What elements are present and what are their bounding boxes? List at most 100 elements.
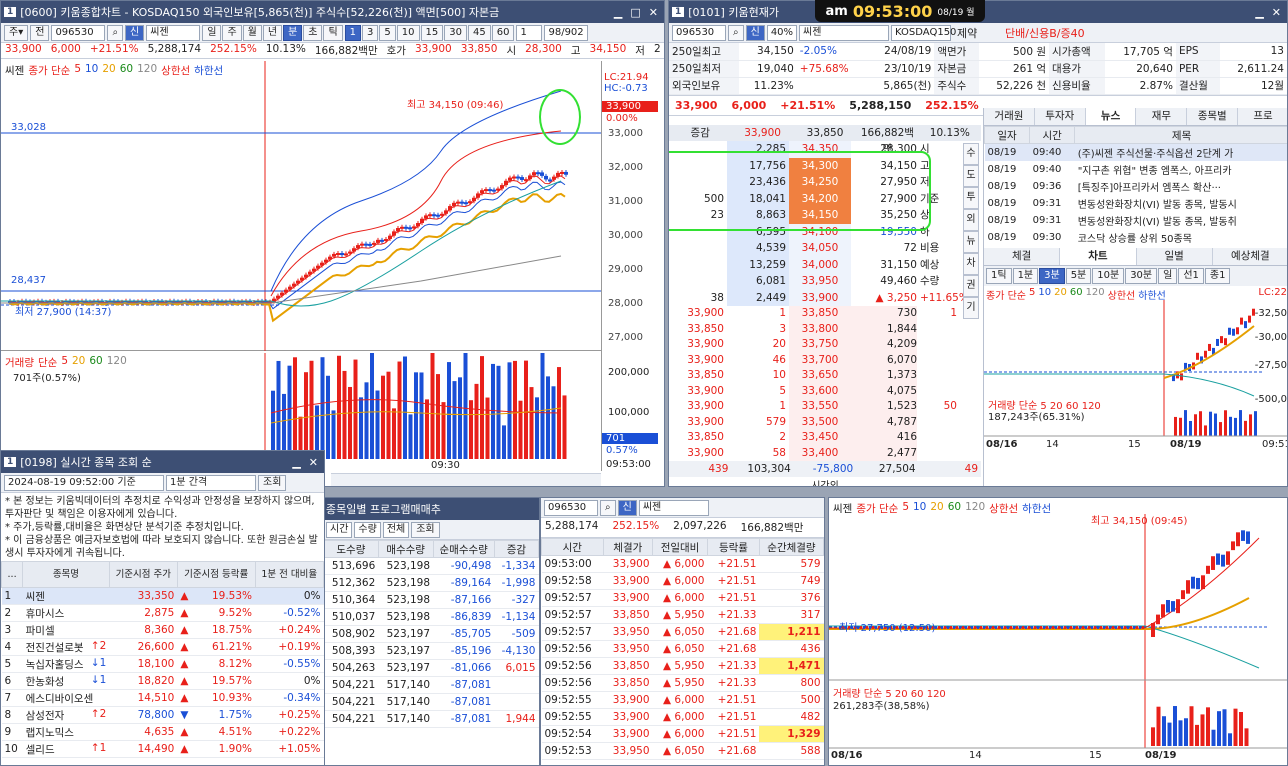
program-titlebar[interactable]: 종목일별 프로그램매매추: [323, 498, 539, 520]
time-select[interactable]: 시간: [326, 521, 353, 538]
side-tab[interactable]: 기: [963, 297, 979, 319]
bid-row[interactable]: 33,900 20 33,750 4,209: [669, 337, 981, 353]
side-tab[interactable]: 도: [963, 165, 979, 187]
bid-row[interactable]: 33,900 1 33,550 1,523 50: [669, 399, 981, 415]
ask-row[interactable]: 6,081 33,950 49,460 수량: [669, 273, 981, 290]
ranking-row[interactable]: 9 랩지노믹스 4,635 ▲ 4.51% +0.22%: [1, 723, 324, 741]
ranking-row[interactable]: 5 녹십자홀딩스 ↓1 18,100 ▲ 8.12% -0.55%: [1, 655, 324, 673]
news-row[interactable]: 08/19 09:40 "지구촌 위협" 변종 엠폭스, 아프리카: [985, 161, 1288, 178]
count-input[interactable]: 1: [516, 24, 543, 41]
side-tab[interactable]: 투: [963, 187, 979, 209]
close-icon[interactable]: ✕: [309, 456, 318, 469]
ask-row[interactable]: 38 2,449 33,900 ▲ 3,250 +11.65%: [669, 289, 981, 306]
side-tab[interactable]: 수: [963, 143, 979, 165]
timeframe-button[interactable]: 1틱: [986, 267, 1012, 284]
chart-window-titlebar[interactable]: 1 [0600] 키움종합차트 - KOSDAQ150 외국인보유[5,865(천…: [1, 1, 664, 23]
tick-row[interactable]: 09:52:56 33,950 ▲ 6,050 +21.68 436: [541, 640, 824, 658]
mini-price-chart[interactable]: [984, 286, 1288, 456]
minute-button[interactable]: 10: [396, 24, 420, 41]
query-button[interactable]: 조회: [258, 474, 287, 491]
bid-row[interactable]: 33,900 579 33,500 4,787: [669, 414, 981, 430]
bid-row[interactable]: 33,850 10 33,650 1,373: [669, 368, 981, 384]
search-icon[interactable]: ⌕: [728, 24, 744, 41]
chart-tab[interactable]: 일별: [1137, 247, 1213, 265]
period-button[interactable]: 일: [202, 24, 222, 41]
tick-row[interactable]: 09:52:55 33,900 ▲ 6,000 +21.51 500: [541, 691, 824, 709]
side-tab[interactable]: 뉴: [963, 231, 979, 253]
news-row[interactable]: 08/19 09:31 변동성완화장치(VI) 발동 종목, 발동취: [985, 212, 1288, 229]
side-tab[interactable]: 외: [963, 209, 979, 231]
bid-row[interactable]: 33,900 46 33,700 6,070: [669, 352, 981, 368]
info-tab[interactable]: 재무: [1136, 108, 1188, 125]
timeframe-button[interactable]: 30분: [1125, 267, 1158, 284]
program-row[interactable]: 508,393 523,197 -85,196 -4,130: [323, 642, 539, 660]
program-row[interactable]: 513,696 523,198 -90,498 -1,334: [323, 557, 539, 575]
program-row[interactable]: 510,364 523,198 -87,166 -327: [323, 591, 539, 609]
prev-button[interactable]: 전: [30, 24, 50, 41]
tick-row[interactable]: 09:52:53 33,950 ▲ 6,050 +21.68 588: [541, 742, 824, 760]
tick-row[interactable]: 09:52:56 33,850 ▲ 5,950 +21.33 1,471: [541, 657, 824, 675]
code-input[interactable]: 096530: [544, 499, 598, 516]
tick-row[interactable]: 09:52:57 33,900 ▲ 6,000 +21.51 376: [541, 589, 824, 607]
close-icon[interactable]: ✕: [1272, 6, 1281, 19]
code-input[interactable]: 096530: [672, 24, 726, 41]
tick-row[interactable]: 09:52:55 33,900 ▲ 6,000 +21.51 482: [541, 708, 824, 726]
search-icon[interactable]: ⌕: [107, 24, 124, 41]
bid-row[interactable]: 33,900 58 33,400 2,477: [669, 445, 981, 461]
timeframe-button[interactable]: 종1: [1204, 267, 1231, 284]
info-tab[interactable]: 투자자: [1035, 108, 1086, 125]
ask-row[interactable]: 4,539 34,050 72 비용: [669, 240, 981, 257]
timeframe-button[interactable]: 선1: [1178, 267, 1204, 284]
ranking-row[interactable]: 8 삼성전자 ↑2 78,800 ▼ 1.75% +0.25%: [1, 706, 324, 724]
chart-tab[interactable]: 예상체결: [1213, 248, 1287, 265]
program-row[interactable]: 510,037 523,198 -86,839 -1,134: [323, 608, 539, 626]
qty-select[interactable]: 수량: [354, 521, 381, 538]
close-icon[interactable]: ✕: [649, 6, 658, 19]
bid-row[interactable]: 33,850 3 33,800 1,844: [669, 321, 981, 337]
interval-select[interactable]: 1분 간격: [166, 474, 256, 491]
news-row[interactable]: 08/19 09:31 변동성완화장치(VI) 발동 종목, 발동시: [985, 195, 1288, 212]
timeframe-button[interactable]: 1분: [1012, 267, 1039, 284]
all-select[interactable]: 전체: [382, 521, 410, 538]
query-button[interactable]: 조회: [411, 521, 440, 538]
program-row[interactable]: 504,221 517,140 -87,081: [323, 676, 539, 694]
volume-chart[interactable]: [1, 353, 601, 459]
timeframe-button[interactable]: 5분: [1065, 267, 1092, 284]
bid-row[interactable]: 33,900 5 33,600 4,075: [669, 383, 981, 399]
realtime-titlebar[interactable]: 1 [0198] 실시간 종목 조회 순 ▁ ✕: [1, 451, 324, 473]
code-input[interactable]: 096530: [51, 24, 106, 41]
tick-row[interactable]: 09:52:57 33,850 ▲ 5,950 +21.33 317: [541, 606, 824, 624]
chart-scrollbar[interactable]: [331, 473, 601, 486]
news-row[interactable]: 08/19 09:36 [특징주]아프리카서 엠폭스 확산···: [985, 178, 1288, 195]
ask-row[interactable]: 13,259 34,000 31,150 예상: [669, 256, 981, 273]
bid-row[interactable]: 33,900 1 33,850 730 1: [669, 306, 981, 322]
info-tab[interactable]: 종목별: [1187, 108, 1239, 125]
timeframe-button[interactable]: 3분: [1039, 267, 1065, 284]
info-tab[interactable]: 거래원: [984, 108, 1035, 125]
side-tab[interactable]: 권: [963, 275, 979, 297]
minute-button[interactable]: 60: [491, 24, 515, 41]
search-icon[interactable]: ⌕: [600, 499, 616, 516]
minute-button[interactable]: 3: [362, 24, 379, 41]
program-row[interactable]: 504,263 523,197 -81,066 6,015: [323, 659, 539, 677]
restore-icon[interactable]: □: [630, 6, 640, 19]
ranking-row[interactable]: 3 파미셀 8,360 ▲ 18.75% +0.24%: [1, 621, 324, 639]
period-button[interactable]: 틱: [323, 24, 343, 41]
ranking-row[interactable]: 7 에스디바이오센 14,510 ▲ 10.93% -0.34%: [1, 689, 324, 707]
minimize-icon[interactable]: ▁: [292, 456, 300, 469]
ranking-row[interactable]: 1 씨젠 33,350 ▲ 19.53% 0%: [1, 587, 324, 605]
period-button[interactable]: 년: [262, 24, 283, 41]
timeframe-button[interactable]: 10분: [1092, 267, 1125, 284]
bid-row[interactable]: 33,850 2 33,450 416: [669, 430, 981, 446]
minute-button[interactable]: 5: [379, 24, 396, 41]
ranking-row[interactable]: 10 셀리드 ↑1 14,490 ▲ 1.90% +1.05%: [1, 740, 324, 758]
chart-tab[interactable]: 체결: [984, 247, 1061, 265]
side-tab[interactable]: 차: [963, 253, 979, 275]
minute-button[interactable]: 45: [468, 24, 491, 41]
market-select[interactable]: 주▾: [4, 24, 29, 41]
news-row[interactable]: 08/19 09:30 코스닥 상승률 상위 50종목: [985, 229, 1288, 246]
period-button[interactable]: 초: [303, 24, 323, 41]
program-row[interactable]: 512,362 523,198 -89,164 -1,998: [323, 574, 539, 592]
news-row[interactable]: 08/19 09:40 (주)씨젠 주식선물·주식옵션 2단계 가: [984, 143, 1287, 161]
ranking-row[interactable]: 6 한농화성 ↓1 18,820 ▲ 19.57% 0%: [1, 672, 324, 690]
